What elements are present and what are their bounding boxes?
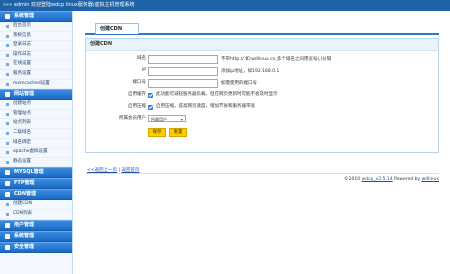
cache-row: 启用缓存 此功能可减轻服务器负载，但在网页更新时可能不会及时显示 xyxy=(86,89,438,101)
sidebar-section-system-2[interactable]: 系统管理 xyxy=(0,230,72,242)
sidebar-item[interactable]: 站点列表 xyxy=(0,119,72,129)
port-row: 端口号 如需使用的端口号 xyxy=(86,77,438,89)
port-label: 端口号 xyxy=(132,80,147,85)
compress-checkbox[interactable] xyxy=(148,104,153,110)
section-icon xyxy=(5,14,10,19)
bullet-icon xyxy=(6,53,9,57)
divider xyxy=(85,173,439,174)
tab-bar: 创建CDN xyxy=(85,20,439,35)
create-cdn-panel: 创建CDN 域名 不带http:// 如:wdlinux.cn,多个域名之间用逗… xyxy=(85,38,439,153)
bullet-icon xyxy=(6,72,9,76)
panel-title: 创建CDN xyxy=(86,39,438,51)
domain-label: 域名 xyxy=(137,56,146,61)
sidebar-section-system[interactable]: 系统管理 xyxy=(0,11,72,22)
sidebar-item[interactable]: 创建站点 xyxy=(0,100,72,110)
bullet-icon xyxy=(6,151,9,155)
domain-hint: 不带http:// 如:wdlinux.cn,多个域名之间用逗号(,)分隔 xyxy=(221,56,332,62)
save-button[interactable]: 保存 xyxy=(148,128,166,137)
section-icon xyxy=(5,222,10,228)
compress-row: 启用压缩 启用压缩，提高网页速度，增加节省和服务器带宽 xyxy=(86,101,438,113)
port-input[interactable] xyxy=(148,79,218,88)
reset-button[interactable]: 重置 xyxy=(169,128,187,137)
bullet-icon xyxy=(6,25,9,28)
sidebar-item[interactable]: 后台首页 xyxy=(0,22,72,32)
main-content: 创建CDN 创建CDN 域名 不带http:// 如:wdlinux.cn,多个… xyxy=(73,11,450,274)
section-icon xyxy=(5,181,10,187)
cache-label: 启用缓存 xyxy=(128,92,146,97)
section-icon xyxy=(5,244,10,250)
ip-label: IP xyxy=(141,68,146,73)
sidebar-section-cdn[interactable]: CDN管理 xyxy=(0,189,72,201)
bullet-icon xyxy=(6,160,9,164)
ip-hint: 添加ip地址，如192.168.0.1 xyxy=(221,68,280,74)
compress-hint: 启用压缩，提高网页速度，增加节省和服务器带宽 xyxy=(156,104,255,109)
bullet-icon xyxy=(6,82,9,86)
owner-row: 所属会员用户 所属用户 xyxy=(86,113,438,125)
sidebar-item[interactable]: 管理站点 xyxy=(0,110,72,120)
sidebar-item[interactable]: 操作日志 xyxy=(0,51,72,61)
sidebar-item[interactable]: 在线设置 xyxy=(0,60,72,70)
sidebar-item[interactable]: 静态设置 xyxy=(0,158,72,168)
ip-row: IP 添加ip地址，如192.168.0.1 xyxy=(86,65,438,77)
tab-create-cdn[interactable]: 创建CDN xyxy=(95,23,139,34)
bullet-icon xyxy=(6,34,9,38)
compress-label: 启用压缩 xyxy=(128,104,146,109)
sidebar-item-create-cdn[interactable]: 创建CDN xyxy=(0,200,72,210)
sidebar-item[interactable]: memcached设置 xyxy=(0,80,72,90)
sidebar-item[interactable]: 系统信息 xyxy=(0,32,72,42)
bullet-icon xyxy=(6,203,9,207)
sidebar-item[interactable]: 登录日志 xyxy=(0,41,72,51)
section-icon xyxy=(5,92,10,98)
sidebar-section-site[interactable]: 网站管理 xyxy=(0,89,72,101)
sidebar-item[interactable]: 二级域名 xyxy=(0,129,72,139)
sidebar-item-cdn-list[interactable]: CDN列表 xyxy=(0,210,72,220)
section-icon xyxy=(5,233,10,239)
top-bar: »»» admin 欢迎登陆wdcp linux服务器/虚拟主机管理系统 xyxy=(0,0,450,11)
domain-row: 域名 不带http:// 如:wdlinux.cn,多个域名之间用逗号(,)分隔 xyxy=(86,53,438,65)
cache-hint: 此功能可减轻服务器负载，但在网页更新时可能不会及时显示 xyxy=(156,92,278,97)
section-icon xyxy=(5,192,10,198)
section-icon xyxy=(5,170,10,176)
bullet-icon xyxy=(6,122,9,126)
ip-input[interactable] xyxy=(148,67,218,76)
sidebar-section-ftp[interactable]: FTP管理 xyxy=(0,178,72,190)
button-row: 保存 重置 xyxy=(86,126,438,138)
owner-select[interactable]: 所属用户 xyxy=(148,115,186,122)
sidebar-item[interactable]: 服务设置 xyxy=(0,70,72,80)
version-link[interactable]: wdcp_v2.5.14 xyxy=(362,177,393,182)
bullet-icon xyxy=(6,141,9,145)
bullet-icon xyxy=(6,212,9,216)
footer: ©2010 wdcp_v2.5.14 Powered by wdlinux xyxy=(344,177,439,182)
welcome-text: »»» admin 欢迎登陆wdcp linux服务器/虚拟主机管理系统 xyxy=(3,2,135,8)
bullet-icon xyxy=(6,63,9,67)
sidebar-section-mysql[interactable]: MYSQL管理 xyxy=(0,167,72,179)
bullet-icon xyxy=(6,44,9,48)
brand-link[interactable]: wdlinux xyxy=(422,177,439,182)
domain-input[interactable] xyxy=(148,55,218,64)
cache-checkbox[interactable] xyxy=(148,92,153,98)
owner-label: 所属会员用户 xyxy=(119,116,146,121)
sidebar-item[interactable]: apache虚拟设置 xyxy=(0,148,72,158)
sidebar: 系统管理 后台首页 系统信息 登录日志 操作日志 在线设置 服务设置 memca… xyxy=(0,11,73,274)
sidebar-section-users[interactable]: 用户管理 xyxy=(0,219,72,231)
bullet-icon xyxy=(6,103,9,107)
bullet-icon xyxy=(6,131,9,135)
sidebar-section-security[interactable]: 安全管理 xyxy=(0,241,72,253)
bullet-icon xyxy=(6,112,9,116)
port-hint: 如需使用的端口号 xyxy=(221,80,257,86)
sidebar-item[interactable]: 域名绑定 xyxy=(0,139,72,149)
